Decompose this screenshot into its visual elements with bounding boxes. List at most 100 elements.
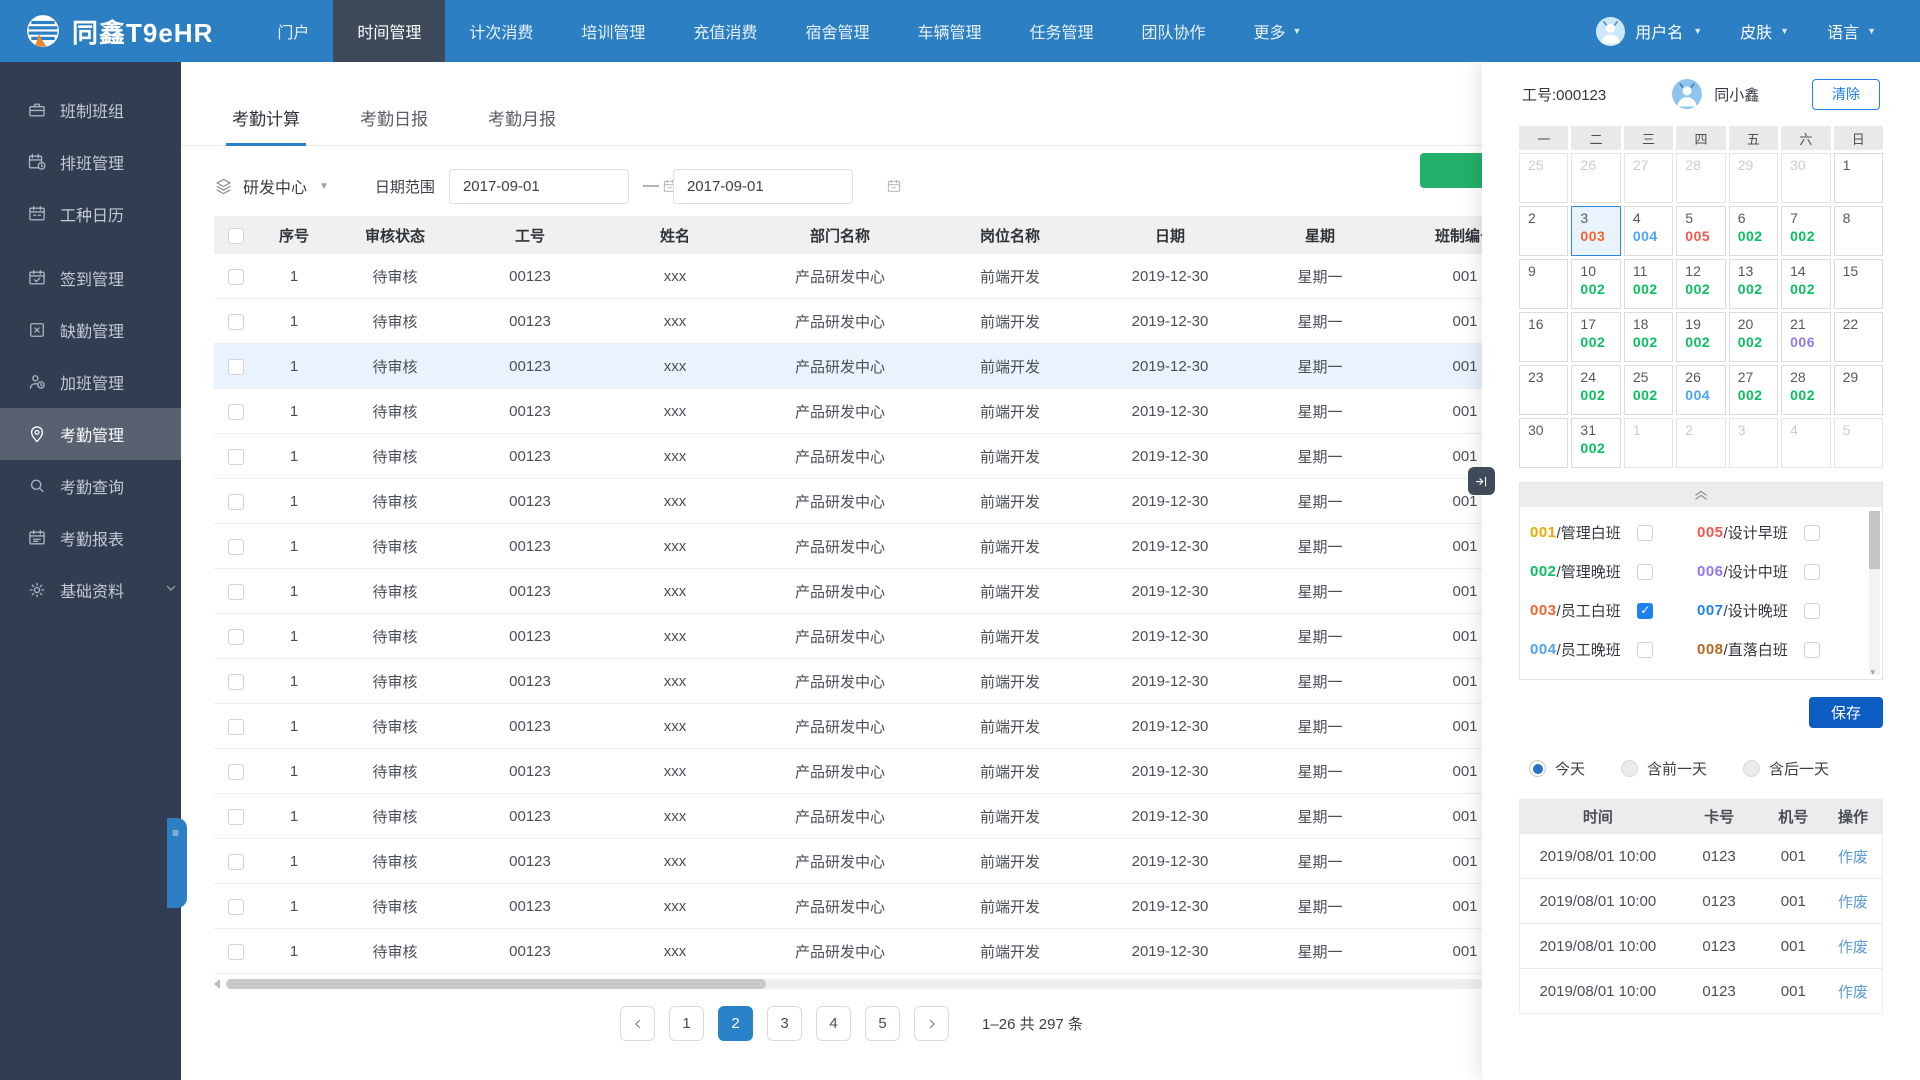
void-link[interactable]: 作废	[1824, 891, 1882, 912]
table-row[interactable]: 1 待审核 00123 xxx 产品研发中心 前端开发 2019-12-30 星期一 001	[214, 434, 1540, 479]
nav-menu-item[interactable]: 团队协作	[1117, 0, 1229, 62]
calendar-day-cell[interactable]: 17 002	[1571, 312, 1621, 362]
shift-option[interactable]: 002/管理晚班	[1530, 552, 1697, 591]
shift-option[interactable]: 007/设计晚班	[1697, 591, 1864, 630]
nav-menu-item[interactable]: 充值消费	[669, 0, 781, 62]
row-checkbox[interactable]	[228, 673, 244, 690]
calendar-day-cell[interactable]: 31 002	[1571, 418, 1621, 468]
shift-option[interactable]: 006/设计中班	[1697, 552, 1864, 591]
user-menu[interactable]: 用户名 ▼	[1596, 16, 1702, 46]
sidebar-item-缺勤管理[interactable]: 缺勤管理	[0, 304, 181, 356]
nav-menu-item[interactable]: 培训管理	[557, 0, 669, 62]
table-row[interactable]: 1 待审核 00123 xxx 产品研发中心 前端开发 2019-12-30 星期一 001	[214, 884, 1540, 929]
radio-icon[interactable]	[1529, 760, 1546, 777]
nav-menu-item[interactable]: 门户	[253, 0, 333, 62]
calendar-day-cell[interactable]: 25	[1519, 153, 1569, 203]
row-checkbox[interactable]	[228, 448, 244, 465]
table-row[interactable]: 1 待审核 00123 xxx 产品研发中心 前端开发 2019-12-30 星期一 001	[214, 389, 1540, 434]
side-drawer-handle[interactable]	[167, 818, 187, 908]
calendar-day-cell[interactable]: 19 002	[1676, 312, 1726, 362]
page-button-2[interactable]: 2	[718, 1006, 754, 1041]
page-button-1[interactable]: 1	[669, 1006, 705, 1041]
calendar-day-cell[interactable]: 9	[1519, 259, 1569, 309]
shift-scrollbar-thumb[interactable]	[1869, 511, 1880, 569]
calendar-day-cell[interactable]: 2	[1519, 206, 1569, 256]
shift-option[interactable]: 008/直落白班	[1697, 630, 1864, 669]
calendar-day-cell[interactable]: 8	[1833, 206, 1883, 256]
shift-checkbox[interactable]	[1636, 524, 1653, 541]
row-checkbox[interactable]	[228, 583, 244, 600]
nav-menu-item[interactable]: 更多 ▼	[1230, 0, 1326, 62]
table-row[interactable]: 1 待审核 00123 xxx 产品研发中心 前端开发 2019-12-30 星期一 001	[214, 704, 1540, 749]
department-dropdown[interactable]: 研发中心 ▼	[214, 174, 329, 198]
calendar-day-cell[interactable]: 5	[1833, 418, 1883, 468]
calendar-day-cell[interactable]: 27	[1623, 153, 1674, 203]
scrollbar-thumb[interactable]	[226, 979, 767, 989]
page-button-5[interactable]: 5	[865, 1006, 901, 1041]
calendar-day-cell[interactable]: 30	[1781, 153, 1831, 203]
calendar-day-cell[interactable]: 26	[1571, 153, 1621, 203]
calendar-day-cell[interactable]: 15	[1833, 259, 1883, 309]
sidebar-item-签到管理[interactable]: 签到管理	[0, 252, 181, 304]
calendar-day-cell[interactable]: 29	[1833, 365, 1883, 415]
calendar-day-cell[interactable]: 22	[1833, 312, 1883, 362]
nav-menu-item[interactable]: 时间管理	[333, 0, 446, 62]
save-button[interactable]: 保存	[1809, 697, 1883, 728]
row-checkbox[interactable]	[228, 898, 244, 915]
calendar-day-cell[interactable]: 1	[1833, 153, 1883, 203]
day-scope-radio[interactable]: 含后一天	[1743, 758, 1829, 779]
shift-checkbox[interactable]	[1803, 602, 1820, 619]
nav-menu-item[interactable]: 任务管理	[1005, 0, 1117, 62]
next-page-button[interactable]	[914, 1006, 950, 1041]
calendar-day-cell[interactable]: 21 006	[1781, 312, 1831, 362]
nav-menu-item[interactable]: 车辆管理	[893, 0, 1005, 62]
row-checkbox[interactable]	[228, 268, 244, 285]
calendar-day-cell[interactable]: 13 002	[1728, 259, 1779, 309]
calendar-day-cell[interactable]: 24 002	[1571, 365, 1621, 415]
row-checkbox[interactable]	[228, 358, 244, 375]
calendar-day-cell[interactable]: 29	[1728, 153, 1779, 203]
scrollbar-track[interactable]	[226, 979, 1482, 989]
calendar-day-cell[interactable]: 27 002	[1728, 365, 1779, 415]
date-to-input[interactable]	[672, 168, 901, 204]
shift-option[interactable]: 003/员工白班	[1530, 591, 1697, 630]
sidebar-item-班制班组[interactable]: 班制班组	[0, 84, 181, 136]
calendar-day-cell[interactable]: 23	[1519, 365, 1569, 415]
row-checkbox[interactable]	[228, 493, 244, 510]
page-button-4[interactable]: 4	[816, 1006, 852, 1041]
row-checkbox[interactable]	[228, 403, 244, 420]
shift-option[interactable]: 001/管理白班	[1530, 513, 1697, 552]
skin-menu[interactable]: 皮肤 ▼	[1740, 19, 1789, 43]
calendar-day-cell[interactable]: 14 002	[1781, 259, 1831, 309]
void-link[interactable]: 作废	[1824, 936, 1882, 957]
panel-collapse-button[interactable]	[1468, 467, 1495, 495]
calendar-day-cell[interactable]: 3 003	[1571, 206, 1621, 256]
sidebar-item-考勤查询[interactable]: 考勤查询	[0, 460, 181, 512]
nav-menu-item[interactable]: 宿舍管理	[781, 0, 893, 62]
date-to-value[interactable]	[686, 177, 886, 195]
calendar-day-cell[interactable]: 26 004	[1676, 365, 1726, 415]
sidebar-item-排班管理[interactable]: 排班管理	[0, 136, 181, 188]
prev-page-button[interactable]	[620, 1006, 656, 1041]
sidebar-item-考勤报表[interactable]: 考勤报表	[0, 512, 181, 564]
calendar-day-cell[interactable]: 2	[1676, 418, 1726, 468]
shift-checkbox[interactable]	[1636, 641, 1653, 658]
tab[interactable]: 考勤月报	[484, 105, 560, 145]
calendar-day-cell[interactable]: 10 002	[1571, 259, 1621, 309]
calendar-day-cell[interactable]: 12 002	[1676, 259, 1726, 309]
row-checkbox[interactable]	[228, 718, 244, 735]
calendar-day-cell[interactable]: 11 002	[1623, 259, 1674, 309]
page-button-3[interactable]: 3	[767, 1006, 803, 1041]
clear-button[interactable]: 清除	[1812, 78, 1880, 110]
row-checkbox[interactable]	[228, 763, 244, 780]
date-from-value[interactable]	[462, 177, 662, 195]
table-row[interactable]: 1 待审核 00123 xxx 产品研发中心 前端开发 2019-12-30 星期一 001	[214, 929, 1540, 974]
calendar-day-cell[interactable]: 3	[1728, 418, 1779, 468]
calendar-day-cell[interactable]: 1	[1623, 418, 1674, 468]
radio-icon[interactable]	[1621, 760, 1639, 777]
row-checkbox[interactable]	[228, 538, 244, 555]
select-all-checkbox[interactable]	[228, 227, 244, 244]
calendar-day-cell[interactable]: 18 002	[1623, 312, 1674, 362]
calendar-day-cell[interactable]: 28	[1676, 153, 1726, 203]
calendar-day-cell[interactable]: 4 004	[1623, 206, 1674, 256]
